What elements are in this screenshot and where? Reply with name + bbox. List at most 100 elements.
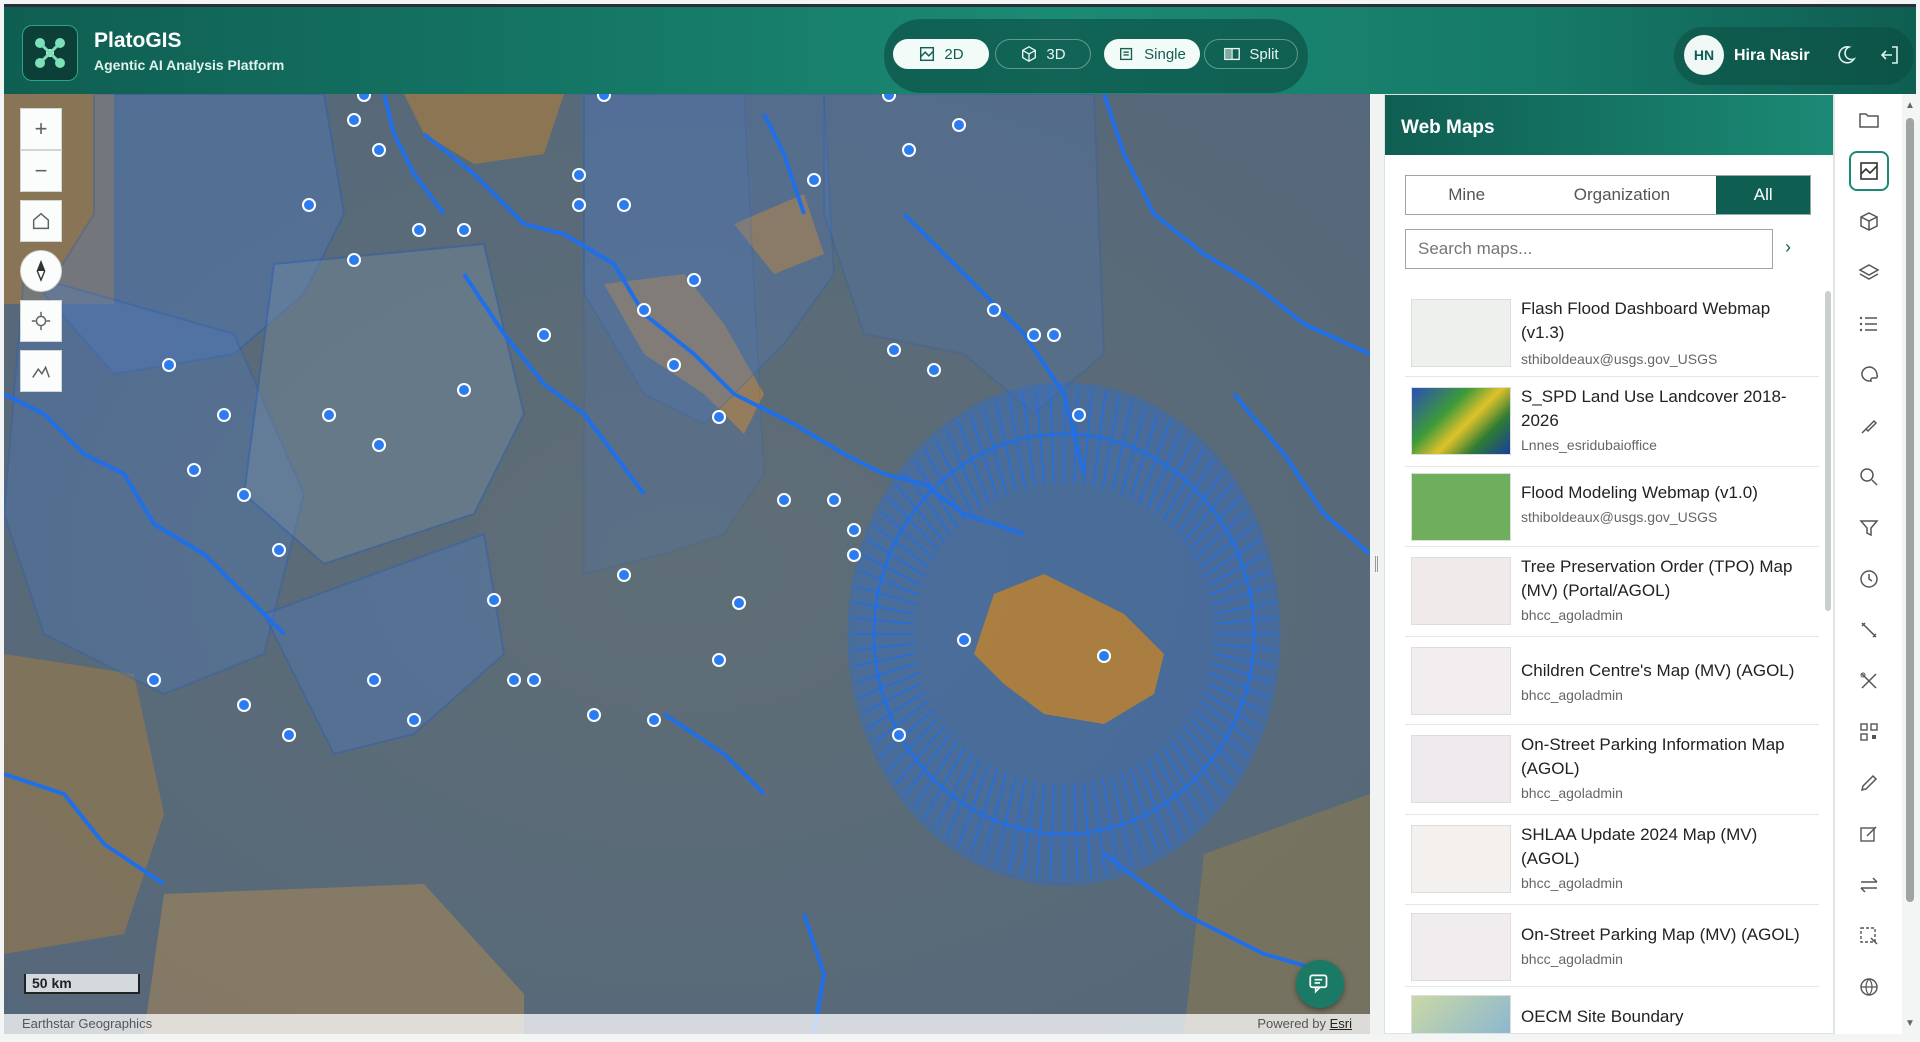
filter-icon[interactable]	[1857, 516, 1881, 540]
logout-icon[interactable]	[1878, 43, 1902, 67]
point-feature[interactable]	[187, 463, 201, 477]
point-feature[interactable]	[1097, 649, 1111, 663]
point-feature[interactable]	[1047, 328, 1061, 342]
list-item[interactable]: Tree Preservation Order (TPO) Map (MV) (…	[1405, 547, 1819, 637]
single-view-button[interactable]: Single	[1104, 39, 1200, 69]
home-button[interactable]	[20, 200, 62, 242]
zoom-out-button[interactable]: −	[20, 150, 62, 192]
point-feature[interactable]	[887, 343, 901, 357]
point-feature[interactable]	[412, 223, 426, 237]
locate-button[interactable]	[20, 300, 62, 342]
globe-icon[interactable]	[1857, 975, 1881, 999]
point-feature[interactable]	[282, 728, 296, 742]
theme-toggle-icon[interactable]	[1834, 43, 1858, 67]
tools-icon[interactable]	[1857, 669, 1881, 693]
point-feature[interactable]	[357, 94, 371, 102]
esri-link[interactable]: Esri	[1330, 1016, 1352, 1031]
point-feature[interactable]	[712, 410, 726, 424]
list-item[interactable]: Children Centre's Map (MV) (AGOL) bhcc_a…	[1405, 637, 1819, 725]
tab-all[interactable]: All	[1716, 176, 1810, 214]
search-maps-input[interactable]	[1405, 229, 1773, 269]
point-feature[interactable]	[527, 673, 541, 687]
pen-tool-icon[interactable]	[1857, 414, 1881, 438]
search-submit-icon[interactable]: ›	[1785, 237, 1805, 261]
point-feature[interactable]	[902, 143, 916, 157]
point-feature[interactable]	[597, 94, 611, 102]
point-feature[interactable]	[827, 493, 841, 507]
map-view[interactable]: + − 50 km Earthstar Geographics Powered …	[4, 94, 1370, 1034]
point-feature[interactable]	[667, 358, 681, 372]
point-feature[interactable]	[572, 168, 586, 182]
layers-icon[interactable]	[1857, 261, 1881, 285]
search-icon[interactable]	[1857, 465, 1881, 489]
point-feature[interactable]	[1072, 408, 1086, 422]
point-feature[interactable]	[237, 698, 251, 712]
point-feature[interactable]	[1027, 328, 1041, 342]
split-view-button[interactable]: Split	[1204, 39, 1298, 69]
list-item[interactable]: Flash Flood Dashboard Webmap (v1.3) sthi…	[1405, 291, 1819, 377]
user-name[interactable]: Hira Nasir	[1734, 47, 1810, 65]
list-scrollbar[interactable]	[1825, 291, 1831, 611]
elevation-profile-button[interactable]	[20, 350, 62, 392]
point-feature[interactable]	[952, 118, 966, 132]
point-feature[interactable]	[457, 223, 471, 237]
page-scrollbar[interactable]: ▲ ▼	[1904, 98, 1916, 1034]
qr-icon[interactable]	[1857, 720, 1881, 744]
point-feature[interactable]	[987, 303, 1001, 317]
point-feature[interactable]	[487, 593, 501, 607]
point-feature[interactable]	[407, 713, 421, 727]
pencil-icon[interactable]	[1857, 771, 1881, 795]
list-item[interactable]: On-Street Parking Information Map (AGOL)…	[1405, 725, 1819, 815]
point-feature[interactable]	[162, 358, 176, 372]
point-feature[interactable]	[272, 543, 286, 557]
point-feature[interactable]	[322, 408, 336, 422]
point-feature[interactable]	[217, 408, 231, 422]
avatar[interactable]: HN	[1684, 35, 1724, 75]
edit-icon[interactable]	[1857, 822, 1881, 846]
point-feature[interactable]	[807, 173, 821, 187]
point-feature[interactable]	[572, 198, 586, 212]
point-feature[interactable]	[637, 303, 651, 317]
point-feature[interactable]	[847, 523, 861, 537]
point-feature[interactable]	[617, 568, 631, 582]
point-feature[interactable]	[847, 548, 861, 562]
point-feature[interactable]	[777, 493, 791, 507]
point-feature[interactable]	[302, 198, 316, 212]
buffer-ring-analysis[interactable]	[847, 382, 1281, 886]
cube-icon[interactable]	[1857, 210, 1881, 234]
point-feature[interactable]	[617, 198, 631, 212]
tab-mine[interactable]: Mine	[1406, 176, 1527, 214]
point-feature[interactable]	[882, 94, 896, 102]
point-feature[interactable]	[732, 596, 746, 610]
view-2d-button[interactable]: 2D	[893, 39, 989, 69]
list-item[interactable]: On-Street Parking Map (MV) (AGOL) bhcc_a…	[1405, 905, 1819, 987]
analysis-polygon[interactable]	[564, 94, 765, 575]
webmap-icon[interactable]	[1849, 151, 1889, 191]
point-feature[interactable]	[537, 328, 551, 342]
point-feature[interactable]	[147, 673, 161, 687]
palette-icon[interactable]	[1857, 363, 1881, 387]
folder-icon[interactable]	[1857, 108, 1881, 132]
point-feature[interactable]	[372, 438, 386, 452]
point-feature[interactable]	[347, 113, 361, 127]
point-feature[interactable]	[347, 253, 361, 267]
point-feature[interactable]	[587, 708, 601, 722]
tab-organization[interactable]: Organization	[1527, 176, 1716, 214]
point-feature[interactable]	[957, 633, 971, 647]
select-icon[interactable]	[1857, 924, 1881, 948]
point-feature[interactable]	[237, 488, 251, 502]
point-feature[interactable]	[457, 383, 471, 397]
clock-icon[interactable]	[1857, 567, 1881, 591]
zoom-in-button[interactable]: +	[20, 108, 62, 150]
point-feature[interactable]	[372, 143, 386, 157]
swap-icon[interactable]	[1857, 873, 1881, 897]
view-3d-button[interactable]: 3D	[995, 39, 1091, 69]
chat-assistant-button[interactable]	[1296, 960, 1344, 1008]
compass-button[interactable]	[20, 250, 62, 292]
list-item[interactable]: SHLAA Update 2024 Map (MV) (AGOL) bhcc_a…	[1405, 815, 1819, 905]
point-feature[interactable]	[367, 673, 381, 687]
list-item[interactable]: OECM Site Boundary	[1405, 987, 1819, 1033]
measure-icon[interactable]	[1857, 618, 1881, 642]
point-feature[interactable]	[647, 713, 661, 727]
list-icon[interactable]	[1857, 312, 1881, 336]
